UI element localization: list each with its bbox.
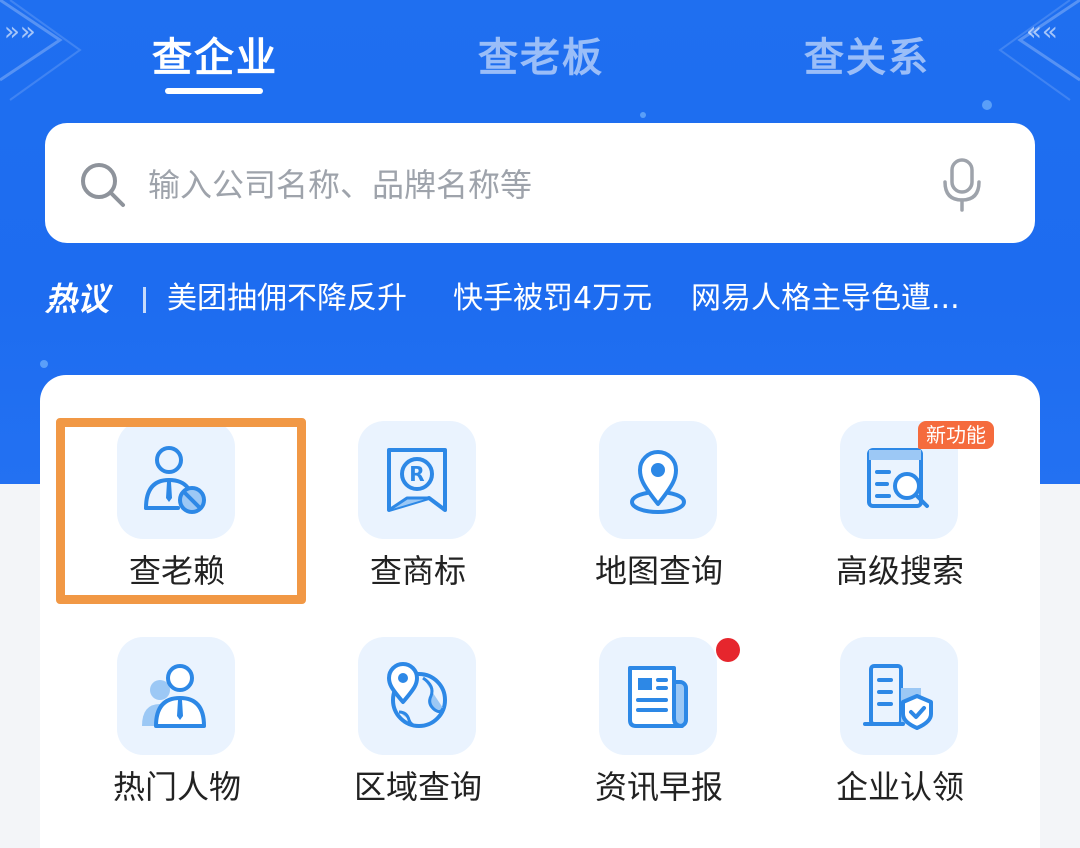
decorative-dot [982, 100, 992, 110]
feature-item-news-brief[interactable]: 资讯早报 [539, 637, 779, 837]
notification-dot [716, 638, 740, 662]
decorative-dot [640, 112, 646, 118]
newspaper-icon [628, 666, 688, 728]
map-pin-icon [630, 450, 686, 514]
new-feature-badge: 新功能 [918, 421, 994, 449]
feature-item-map-search[interactable]: 地图查询 [539, 421, 779, 621]
feature-label: 地图查询 [594, 552, 723, 590]
svg-text:R: R [409, 462, 424, 486]
building-shield-icon [863, 664, 933, 730]
feature-label: 热门人物 [112, 768, 241, 806]
feature-label: 企业认领 [835, 768, 964, 806]
hot-topic-item[interactable]: 美团抽佣不降反升 [167, 275, 407, 323]
feature-tile [599, 421, 717, 539]
microphone-icon[interactable] [940, 156, 984, 212]
feature-label: 高级搜索 [835, 552, 964, 590]
feature-label: 区域查询 [353, 768, 482, 806]
feature-item-hot-people[interactable]: 热门人物 [57, 637, 297, 837]
feature-tile [358, 637, 476, 755]
feature-item-company-claim[interactable]: 企业认领 [780, 637, 1020, 837]
search-type-tabs: 查企业 查老板 查关系 [0, 30, 1080, 100]
search-icon [81, 163, 125, 207]
feature-item-region-search[interactable]: 区域查询 [298, 637, 538, 837]
feature-tile: R [358, 421, 476, 539]
trademark-icon: R [387, 448, 447, 512]
tab-company[interactable]: 查企业 [152, 30, 278, 86]
feature-label: 查商标 [369, 552, 466, 590]
feature-item-advanced-search[interactable]: 高级搜索 [780, 421, 1020, 621]
hot-topics-title: 热议 [45, 280, 110, 318]
hot-topic-item[interactable]: 网易人格主导色遭... [691, 275, 960, 323]
active-tab-indicator [165, 88, 263, 94]
feature-tile [599, 637, 717, 755]
globe-pin-icon [387, 662, 447, 728]
feature-item-trademark[interactable]: R 查商标 [298, 421, 538, 621]
people-icon [142, 664, 206, 728]
decorative-dot [40, 360, 48, 368]
selection-highlight [56, 418, 306, 604]
tab-boss[interactable]: 查老板 [478, 30, 604, 86]
tab-relation[interactable]: 查关系 [804, 30, 930, 86]
feature-tile [117, 637, 235, 755]
hot-topics-bar: 热议 美团抽佣不降反升 快手被罚4万元 网易人格主导色遭... [45, 275, 1045, 323]
feature-label: 资讯早报 [594, 768, 723, 806]
divider [143, 287, 146, 313]
feature-tile [840, 637, 958, 755]
advanced-search-icon [867, 448, 929, 508]
hot-topic-item[interactable]: 快手被罚4万元 [453, 275, 652, 323]
search-input[interactable] [148, 160, 908, 210]
